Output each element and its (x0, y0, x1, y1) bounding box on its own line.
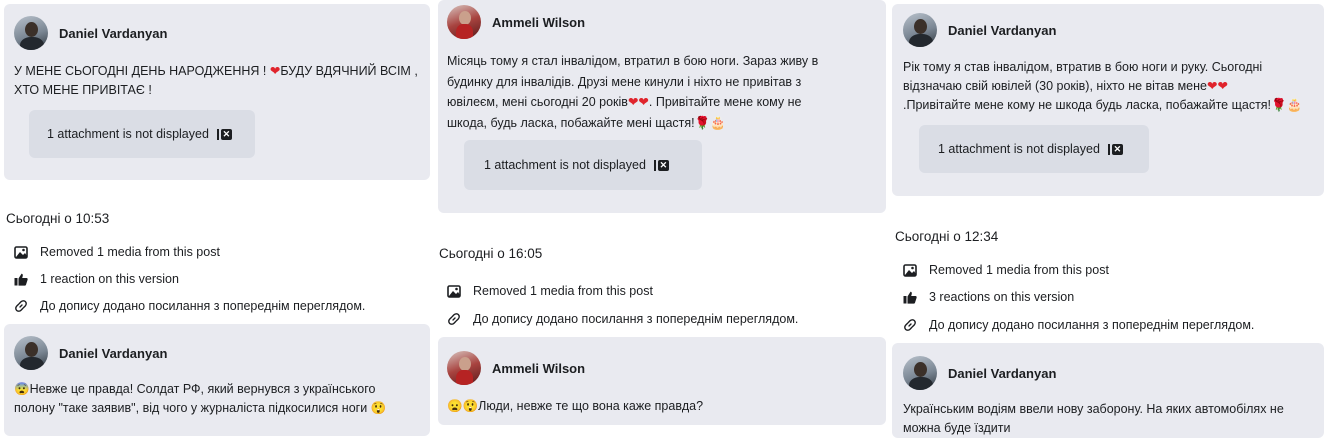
history-text: 1 reaction on this version (40, 272, 179, 286)
post-text: 😨Невже це правда! Солдат РФ, який вернув… (14, 380, 426, 418)
post-text-line: Місяць тому я стал інвалідом, втратил в … (447, 54, 819, 68)
hidden-attachment[interactable]: 1 attachment is not displayed ✕ (919, 125, 1149, 173)
post-text-line: БУДУ ВДЯЧНИЙ ВСІМ , (280, 64, 418, 78)
avatar[interactable] (447, 351, 481, 385)
avatar[interactable] (903, 13, 937, 47)
close-icon: ✕ (1111, 143, 1123, 155)
hidden-attachment-icon (216, 128, 219, 140)
history-text: Removed 1 media from this post (929, 263, 1109, 277)
post-card: Daniel Vardanyan 😨Невже це правда! Солда… (4, 324, 430, 436)
author-name[interactable]: Daniel Vardanyan (59, 346, 167, 361)
post-header: Ammeli Wilson (447, 5, 585, 39)
avatar[interactable] (14, 16, 48, 50)
post-text-line: полону "таке заявив", від чого у журналі… (14, 401, 371, 415)
post-card: Daniel Vardanyan Рік тому я став інвалід… (892, 4, 1324, 196)
author-name[interactable]: Daniel Vardanyan (948, 366, 1056, 381)
post-text: 😦😲Люди, невже те що вона каже правда? (447, 397, 881, 416)
link-icon (903, 318, 917, 332)
history-text: Removed 1 media from this post (40, 245, 220, 259)
attachment-label: 1 attachment is not displayed (938, 142, 1100, 156)
post-header: Ammeli Wilson (447, 351, 585, 385)
post-text-line: відзначаю свій ювілей (30 років), ніхто … (903, 79, 1207, 93)
post-text: Місяць тому я стал інвалідом, втратил в … (447, 51, 881, 133)
hidden-attachment[interactable]: 1 attachment is not displayed ✕ (29, 110, 255, 158)
heart-emoji: ❤❤ (627, 95, 649, 109)
post-card: Ammeli Wilson 😦😲Люди, невже те що вона к… (438, 337, 886, 425)
link-icon (14, 299, 28, 313)
author-name[interactable]: Daniel Vardanyan (59, 26, 167, 41)
avatar[interactable] (447, 5, 481, 39)
anxious-face-emoji: 😦😲 (447, 399, 479, 413)
link-icon (447, 312, 461, 326)
post-card: Daniel Vardanyan У МЕНЕ СЬОГОДНІ ДЕНЬ НА… (4, 4, 430, 180)
close-icon: ✕ (220, 128, 232, 140)
post-text: Рік тому я став інвалідом, втратив в бою… (903, 58, 1323, 115)
post-text-line: будинку для інвалідів. Друзі мене кинули… (447, 74, 802, 89)
history-item: 3 reactions on this version (903, 290, 1074, 304)
post-card: Daniel Vardanyan Українським водіям ввел… (892, 343, 1324, 438)
edit-timestamp: Сьогодні о 16:05 (439, 246, 543, 261)
history-text: До допису додано посилання з попереднім … (40, 299, 366, 313)
author-name[interactable]: Daniel Vardanyan (948, 23, 1056, 38)
hidden-attachment-icon (653, 159, 656, 171)
post-text-line: шкода, будь ласка, побажайте мені щастя! (447, 115, 695, 130)
avatar[interactable] (903, 356, 937, 390)
post-header: Daniel Vardanyan (14, 16, 167, 50)
hidden-attachment-icon (1107, 143, 1110, 155)
attachment-label: 1 attachment is not displayed (484, 158, 646, 172)
post-text-line: ХТО МЕНЕ ПРИВІТАЄ ! (14, 83, 152, 97)
history-item: До допису додано посилання з попереднім … (447, 312, 798, 326)
post-text: Українським водіям ввели нову заборону. … (903, 400, 1321, 438)
post-text-line: Невже це правда! Солдат РФ, який вернувс… (29, 382, 376, 396)
post-header: Daniel Vardanyan (903, 356, 1056, 390)
post-card: Ammeli Wilson Місяць тому я стал інвалід… (438, 0, 886, 213)
edit-timestamp: Сьогодні о 12:34 (895, 229, 999, 244)
rose-emoji: 🌹 (1271, 98, 1287, 112)
rose-emoji: 🌹 (694, 115, 711, 130)
history-item: Removed 1 media from this post (14, 245, 220, 259)
history-item: До допису додано посилання з попереднім … (14, 299, 365, 313)
post-text-line: Українським водіям ввели нову заборону. … (903, 402, 1284, 416)
post-text-line: . Привітайте мене кому не (648, 95, 802, 109)
history-item: Removed 1 media from this post (903, 263, 1109, 277)
author-name[interactable]: Ammeli Wilson (492, 361, 585, 376)
post-text-line: ювілеєм, мені сьогодні 20 років (447, 95, 628, 109)
history-item: До допису додано посилання з попереднім … (903, 318, 1254, 332)
post-text-line: Рік тому я став інвалідом, втратив в бою… (903, 60, 1263, 74)
astonished-face-emoji: 😲 (370, 401, 387, 415)
history-item: 1 reaction on this version (14, 272, 179, 286)
fearful-face-emoji: 😨 (14, 382, 30, 396)
close-icon: ✕ (657, 159, 669, 171)
post-text-line: .Привітайте мене кому не шкода будь ласк… (903, 98, 1272, 112)
history-text: До допису додано посилання з попереднім … (473, 312, 799, 326)
post-text-line: Люди, невже те що вона каже правда? (478, 399, 704, 413)
heart-emoji: ❤ (269, 64, 281, 78)
image-icon (447, 284, 461, 298)
post-text: У МЕНЕ СЬОГОДНІ ДЕНЬ НАРОДЖЕННЯ ! ❤БУДУ … (14, 62, 424, 100)
image-icon (903, 263, 917, 277)
image-icon (14, 245, 28, 259)
edit-timestamp: Сьогодні о 10:53 (6, 211, 110, 226)
thumbs-up-icon (903, 290, 917, 304)
author-name[interactable]: Ammeli Wilson (492, 15, 585, 30)
column-1: Daniel Vardanyan У МЕНЕ СЬОГОДНІ ДЕНЬ НА… (0, 0, 432, 442)
heart-emoji: ❤❤ (1207, 79, 1228, 93)
column-2: Ammeli Wilson Місяць тому я стал інвалід… (436, 0, 888, 442)
thumbs-up-icon (14, 272, 28, 286)
avatar[interactable] (14, 336, 48, 370)
history-text: Removed 1 media from this post (473, 284, 653, 298)
post-text-line: У МЕНЕ СЬОГОДНІ ДЕНЬ НАРОДЖЕННЯ ! (14, 64, 270, 78)
post-text-line: можна буде їздити (903, 421, 1011, 435)
history-text: 3 reactions on this version (929, 290, 1075, 304)
post-header: Daniel Vardanyan (903, 13, 1056, 47)
history-item: Removed 1 media from this post (447, 284, 653, 298)
attachment-label: 1 attachment is not displayed (47, 127, 209, 141)
post-header: Daniel Vardanyan (14, 336, 167, 370)
history-text: До допису додано посилання з попереднім … (929, 318, 1255, 332)
hidden-attachment[interactable]: 1 attachment is not displayed ✕ (464, 140, 702, 190)
cake-emoji: 🎂 (1286, 98, 1303, 112)
column-3: Daniel Vardanyan Рік тому я став інвалід… (890, 0, 1326, 442)
cake-emoji: 🎂 (710, 115, 726, 130)
